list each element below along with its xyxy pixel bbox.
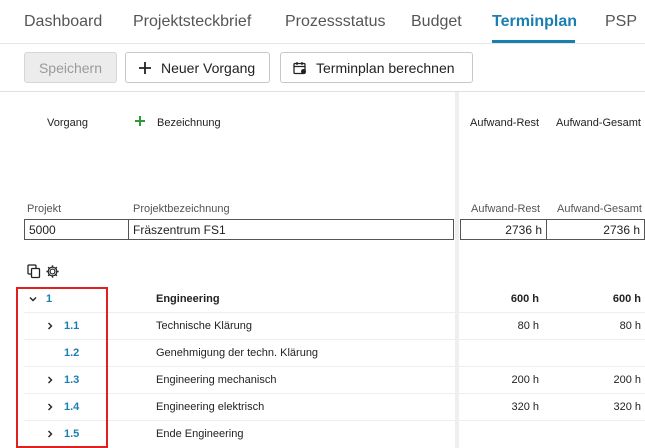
tab-dashboard[interactable]: Dashboard	[24, 13, 102, 31]
highlight-box	[16, 287, 108, 448]
new-task-button[interactable]: Neuer Vorgang	[125, 52, 270, 83]
calculate-schedule-button-label: Terminplan berechnen	[316, 59, 455, 76]
column-header-bezeichnung[interactable]: Bezeichnung	[157, 117, 221, 129]
row-name: Ende Engineering	[156, 428, 244, 440]
project-gesamt-value: 2736 h	[603, 222, 640, 237]
tab-projektsteckbrief[interactable]: Projektsteckbrief	[133, 13, 251, 31]
plus-icon	[139, 61, 151, 74]
row-aufwand-rest: 600 h	[510, 293, 539, 305]
project-rest-label: Aufwand-Rest	[471, 203, 541, 215]
project-name-field: Fräszentrum FS1	[128, 219, 454, 240]
save-button[interactable]: Speichern	[24, 52, 117, 83]
tab-budget[interactable]: Budget	[411, 13, 462, 31]
calculate-schedule-button[interactable]: Terminplan berechnen	[280, 52, 473, 83]
table-row[interactable]: 1.1 Technische Klärung 80 h 80 h	[24, 313, 645, 340]
toolbar: Speichern Neuer Vorgang Terminplan berec…	[0, 44, 645, 92]
tab-bar: Dashboard Projektsteckbrief Prozessstatu…	[0, 0, 645, 44]
project-name-value: Fräszentrum FS1	[133, 222, 226, 237]
row-name: Genehmigung der techn. Klärung	[156, 347, 319, 359]
row-name: Engineering mechanisch	[156, 374, 277, 386]
project-id-label: Projekt	[27, 203, 62, 215]
project-id-field: 5000	[24, 219, 129, 240]
row-name: Engineering	[156, 293, 220, 305]
row-aufwand-gesamt: 200 h	[613, 374, 641, 386]
column-header-aufwand-gesamt[interactable]: Aufwand-Gesamt	[556, 117, 641, 129]
active-tab-indicator	[492, 40, 575, 43]
project-rest-value: 2736 h	[505, 222, 542, 237]
column-header-aufwand-rest[interactable]: Aufwand-Rest	[470, 117, 539, 129]
project-id-value: 5000	[29, 222, 56, 237]
row-aufwand-rest: 320 h	[511, 401, 539, 413]
project-gesamt-label: Aufwand-Gesamt	[557, 203, 642, 215]
project-name-label: Projektbezeichnung	[133, 203, 230, 215]
row-name: Engineering elektrisch	[156, 401, 265, 413]
gear-icon[interactable]	[45, 264, 60, 279]
tab-prozessstatus[interactable]: Prozessstatus	[285, 13, 385, 31]
calendar-settings-icon	[293, 61, 306, 74]
table-row[interactable]: 1.5 Ende Engineering	[24, 421, 645, 448]
tab-psp[interactable]: PSP	[605, 13, 637, 31]
row-aufwand-rest: 80 h	[517, 320, 539, 332]
save-button-label: Speichern	[38, 59, 103, 76]
table-row[interactable]: 1.3 Engineering mechanisch 200 h 200 h	[24, 367, 645, 394]
row-aufwand-gesamt: 600 h	[612, 293, 641, 305]
row-aufwand-rest: 200 h	[511, 374, 539, 386]
project-rest-field: 2736 h	[460, 219, 547, 240]
row-aufwand-gesamt: 320 h	[613, 401, 641, 413]
project-gesamt-field: 2736 h	[546, 219, 645, 240]
table-row[interactable]: 1.2 Genehmigung der techn. Klärung	[24, 340, 645, 367]
column-header-vorgang[interactable]: Vorgang	[47, 117, 88, 129]
tab-terminplan[interactable]: Terminplan	[492, 13, 577, 31]
table-row[interactable]: 1.4 Engineering elektrisch 320 h 320 h	[24, 394, 645, 421]
add-row-icon[interactable]	[134, 115, 146, 127]
table-row[interactable]: 1 Engineering 600 h 600 h	[24, 286, 645, 313]
new-task-button-label: Neuer Vorgang	[161, 59, 256, 76]
row-aufwand-gesamt: 80 h	[619, 320, 641, 332]
copy-icon[interactable]	[27, 264, 41, 279]
row-name: Technische Klärung	[156, 320, 253, 332]
